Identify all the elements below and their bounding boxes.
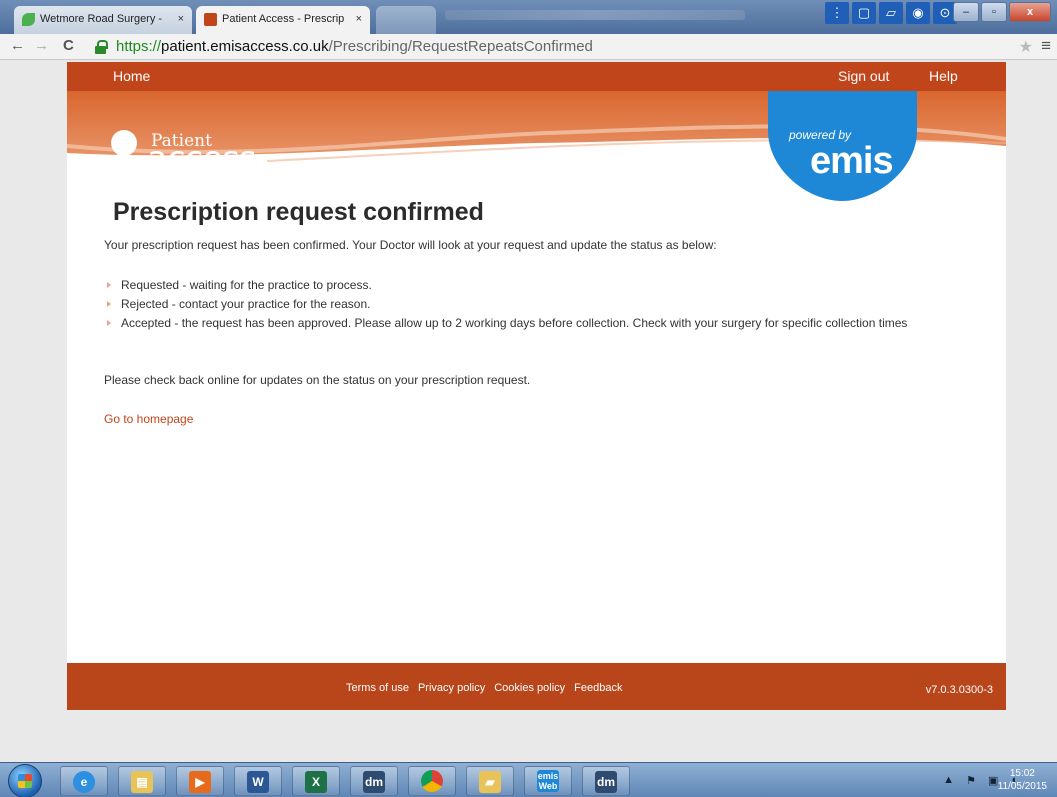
- header-banner: Patient access powered by emis: [67, 91, 1006, 201]
- forward-arrow-icon[interactable]: →: [34, 37, 49, 54]
- dm-label: dm: [595, 771, 617, 793]
- open-folder-icon[interactable]: ▱: [879, 2, 903, 24]
- excel-label: X: [305, 771, 327, 793]
- tab-title: Wetmore Road Surgery -: [40, 13, 163, 25]
- tab-title: Patient Access - Prescrip: [222, 13, 345, 25]
- dm-app-icon-2[interactable]: dm: [582, 766, 630, 796]
- feedback-link[interactable]: Feedback: [574, 682, 622, 694]
- back-arrow-icon[interactable]: ←: [10, 37, 25, 54]
- windows-logo-icon: [18, 774, 32, 788]
- footer-links: Terms of use Privacy policy Cookies poli…: [346, 682, 622, 694]
- list-item: Accepted - the request has been approved…: [104, 316, 964, 331]
- dm-app-icon[interactable]: dm: [350, 766, 398, 796]
- status-requested: Requested - waiting for the practice to …: [121, 278, 372, 292]
- cookies-policy-link[interactable]: Cookies policy: [494, 682, 565, 694]
- status-accepted: Accepted - the request has been approved…: [121, 316, 908, 330]
- emis-web-label: emis Web: [537, 770, 559, 792]
- chrome-icon[interactable]: [408, 766, 456, 796]
- action-center-flag-icon[interactable]: ⚑: [966, 774, 976, 787]
- close-window-icon[interactable]: x: [1009, 2, 1051, 22]
- dm-label: dm: [363, 771, 385, 793]
- patient-access-favicon-icon: [204, 13, 217, 26]
- excel-icon[interactable]: X: [292, 766, 340, 796]
- clock-date: 11/05/2015: [997, 781, 1047, 792]
- status-list: Requested - waiting for the practice to …: [104, 278, 964, 335]
- go-to-homepage-link[interactable]: Go to homepage: [104, 412, 193, 426]
- version-text: v7.0.3.0300-3: [925, 684, 993, 696]
- home-link[interactable]: Home: [113, 68, 150, 84]
- privacy-policy-link[interactable]: Privacy policy: [418, 682, 485, 694]
- internet-explorer-icon[interactable]: e: [60, 766, 108, 796]
- bullet-arrow-icon: [107, 282, 111, 288]
- url-path: /Prescribing/RequestRepeatsConfirmed: [328, 38, 593, 55]
- tab-wetmore-road-surgery[interactable]: Wetmore Road Surgery - ×: [14, 6, 192, 34]
- toolbar-extension-icons: ⋮ ▢ ▱ ◉ ⊙: [825, 2, 957, 24]
- browser-toolbar: ← → C https://patient.emisaccess.co.uk/P…: [0, 34, 1057, 60]
- window-controls: – ▫ x: [953, 2, 1051, 24]
- check-back-text: Please check back online for updates on …: [104, 373, 531, 387]
- intro-text: Your prescription request has been confi…: [104, 238, 717, 252]
- help-link[interactable]: Help: [929, 68, 958, 84]
- emis-logo: emis: [810, 140, 894, 182]
- more-icon[interactable]: ⋮: [825, 2, 849, 24]
- minimize-icon[interactable]: –: [953, 2, 979, 22]
- url-host: patient.emisaccess.co.uk: [161, 38, 329, 55]
- window-title-blurred: [445, 10, 745, 20]
- show-hidden-icons-icon[interactable]: ▲: [943, 774, 954, 787]
- tab-close-icon[interactable]: ×: [178, 6, 184, 32]
- reload-icon[interactable]: C: [63, 37, 74, 54]
- system-clock[interactable]: 15:02 11/05/2015: [998, 767, 1047, 793]
- lock-icon: [95, 40, 108, 54]
- media-player-icon[interactable]: ▶: [176, 766, 224, 796]
- top-navigation-bar: Home Sign out Help: [67, 62, 1006, 91]
- new-document-icon[interactable]: ▢: [852, 2, 876, 24]
- maximize-icon[interactable]: ▫: [981, 2, 1007, 22]
- new-tab-button[interactable]: [376, 6, 436, 34]
- hamburger-menu-icon[interactable]: ≡: [1041, 36, 1051, 56]
- terms-of-use-link[interactable]: Terms of use: [346, 682, 409, 694]
- browser-tabstrip: Wetmore Road Surgery - × Patient Access …: [0, 0, 1057, 34]
- folder-icon[interactable]: ▰: [466, 766, 514, 796]
- page-title: Prescription request confirmed: [113, 198, 484, 226]
- url-scheme: https://: [116, 38, 162, 55]
- address-bar[interactable]: https://patient.emisaccess.co.uk/Prescri…: [88, 36, 1038, 58]
- bullet-arrow-icon: [107, 301, 111, 307]
- bullet-arrow-icon: [107, 320, 111, 326]
- page-footer: Terms of use Privacy policy Cookies poli…: [67, 663, 1006, 710]
- file-explorer-icon[interactable]: ▤: [118, 766, 166, 796]
- leaf-favicon-icon: [22, 13, 35, 26]
- page-container: Home Sign out Help Patient access powere…: [67, 62, 1006, 710]
- bookmark-star-icon[interactable]: ★: [1019, 37, 1033, 57]
- status-rejected: Rejected - contact your practice for the…: [121, 297, 371, 311]
- word-icon[interactable]: W: [234, 766, 282, 796]
- logo-access-text: access: [147, 139, 257, 179]
- start-button[interactable]: [8, 764, 42, 797]
- emis-web-icon[interactable]: emis Web: [524, 766, 572, 796]
- tab-close-icon[interactable]: ×: [356, 6, 362, 32]
- tab-patient-access[interactable]: Patient Access - Prescrip ×: [196, 6, 370, 34]
- record-icon[interactable]: ◉: [906, 2, 930, 24]
- clock-time: 15:02: [1009, 768, 1035, 779]
- word-label: W: [247, 771, 269, 793]
- list-item: Requested - waiting for the practice to …: [104, 278, 964, 293]
- list-item: Rejected - contact your practice for the…: [104, 297, 964, 312]
- windows-taskbar: e ▤ ▶ W X dm ▰ emis Web dm ▲ ⚑ ▣ ◖ 15:02…: [0, 762, 1057, 797]
- sign-out-link[interactable]: Sign out: [838, 68, 889, 84]
